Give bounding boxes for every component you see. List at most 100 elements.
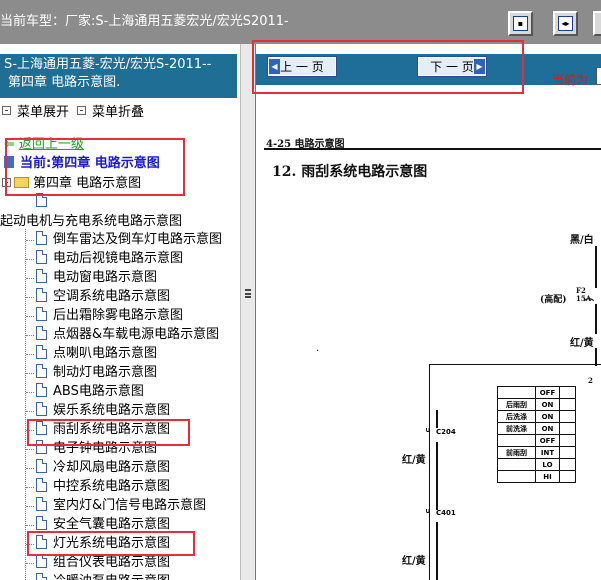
tree-item[interactable]: 室内灯&门信号电路示意图 <box>26 497 206 515</box>
document-icon <box>36 383 47 397</box>
wire-line <box>436 442 438 510</box>
wiper-switch-table: OFF 后雨刮 ON 后洗涤 ON 前洗涤 ON OFF 前雨刮 INT LO HI <box>497 386 576 483</box>
wire-line <box>436 522 438 580</box>
switch-table-row: 前洗涤 ON <box>497 422 576 435</box>
single-pane-button[interactable]: ▪ <box>508 11 533 36</box>
document-icon <box>36 459 47 473</box>
tree-item[interactable]: 冷暖油泵电路示意图 <box>36 573 170 580</box>
switch-column-header: 2 <box>588 376 593 385</box>
tree-guide-branch <box>26 525 34 526</box>
tree-guide-branch <box>26 240 34 241</box>
current-page-label: 当前为 <box>552 73 589 87</box>
tree-item[interactable]: 中控系统电路示意图 <box>26 478 170 496</box>
tree-guide-line <box>25 229 26 580</box>
switch-name-cell <box>497 470 536 483</box>
split-pane-button[interactable]: ◂▸ <box>553 11 578 36</box>
expand-icon <box>2 106 11 115</box>
tree-item-label: 空调系统电路示意图 <box>53 289 171 304</box>
pane-splitter[interactable] <box>240 44 256 580</box>
header-rule <box>264 148 601 150</box>
tree-item-label: 后出霜除雾电路示意图 <box>53 308 184 323</box>
tree-item-label: 电动后视镜电路示意图 <box>53 251 184 266</box>
app-window: 当前车型：厂家:S-上海通用五菱宏光/宏光S2011- ▪ ◂▸ S-上海通用五… <box>0 0 601 580</box>
splitter-grip-icon <box>245 289 251 298</box>
tree-item-label: 娱乐系统电路示意图 <box>53 403 171 418</box>
document-icon <box>36 573 47 580</box>
menu-collapse-label: 菜单折叠 <box>92 105 145 120</box>
sidebar-header-chapter: 第四章 电路示意图. <box>8 75 121 90</box>
connector-c401: C401 <box>436 509 456 517</box>
tree-item[interactable]: 点喇叭电路示意图 <box>26 345 157 363</box>
tree-guide-branch <box>26 335 34 336</box>
switch-contact-cell <box>559 470 576 483</box>
menu-expand-button[interactable]: 菜单展开 <box>2 101 69 120</box>
tree-item[interactable]: 冷却风扇电路示意图 <box>26 459 171 477</box>
chapter-sidebar: S-上海通用五菱-宏光/宏光S-2011-- 第四章 电路示意图. 菜单展开 菜… <box>0 44 240 580</box>
switch-name-cell <box>497 386 536 399</box>
tree-item-label: 冷却风扇电路示意图 <box>53 460 171 475</box>
tree-item[interactable]: 后出霜除雾电路示意图 <box>26 307 184 325</box>
tree-guide-branch <box>26 468 34 469</box>
tree-item[interactable]: ABS电路示意图 <box>26 383 144 401</box>
document-icon <box>36 250 47 264</box>
switch-position-cell: ON <box>535 398 560 411</box>
collapse-icon <box>77 106 86 115</box>
split-pane-icon: ◂▸ <box>558 16 573 31</box>
wire-line <box>595 304 597 334</box>
switch-contact-cell <box>559 458 576 471</box>
tree-item[interactable]: 电动窗电路示意图 <box>26 269 157 287</box>
tree-guide-branch <box>26 449 34 450</box>
tree-guide-branch <box>26 411 34 412</box>
tree-item[interactable]: 制动灯电路示意图 <box>26 364 157 382</box>
tree-group-label[interactable]: 起动电机与充电系统电路示意图 <box>0 213 182 231</box>
switch-position-cell: HI <box>535 470 560 483</box>
switch-position-cell: INT <box>535 446 560 459</box>
switch-name-cell: 前洗涤 <box>497 422 536 435</box>
tree-item[interactable]: 点烟器&车载电源电路示意图 <box>26 326 219 344</box>
tree-item[interactable]: 娱乐系统电路示意图 <box>26 402 171 420</box>
switch-table-row: 后雨刮 ON <box>497 398 576 411</box>
tree-item-label: 冷暖油泵电路示意图 <box>53 574 170 580</box>
fullscreen-button[interactable] <box>593 11 601 36</box>
document-icon <box>36 326 47 340</box>
tree-guide-branch <box>26 316 34 317</box>
menu-collapse-button[interactable]: 菜单折叠 <box>77 101 144 120</box>
switch-contact-cell <box>559 434 576 447</box>
switch-contact-cell <box>559 386 576 399</box>
document-icon <box>36 288 47 302</box>
tree-item[interactable]: 空调系统电路示意图 <box>26 288 171 306</box>
menu-expand-label: 菜单展开 <box>17 105 70 120</box>
document-icon <box>36 364 47 378</box>
switch-contact-cell <box>559 398 576 411</box>
single-pane-icon: ▪ <box>513 16 528 31</box>
switch-table-row: OFF <box>497 434 576 447</box>
fuse-symbol: ⌒ <box>584 299 594 310</box>
switch-name-cell <box>497 458 536 471</box>
page-number-input[interactable] <box>596 67 601 85</box>
switch-name-cell <box>497 434 536 447</box>
tree-guide-branch <box>26 354 34 355</box>
document-icon <box>36 269 47 283</box>
switch-position-cell: OFF <box>535 386 560 399</box>
switch-position-cell: ON <box>535 410 560 423</box>
connector-symbol: ∪ <box>425 426 431 434</box>
document-icon <box>36 478 47 492</box>
scan-speck: · <box>316 346 320 357</box>
tree-item-label: 倒车雷达及倒车灯电路示意图 <box>53 232 223 247</box>
switch-table-row: 前雨刮 INT <box>497 446 576 459</box>
switch-position-cell: ON <box>535 422 560 435</box>
tree-item-label: 安全气囊电路示意图 <box>53 517 171 532</box>
highlight-box-lighting <box>27 531 195 556</box>
wire-color-label: 黑/白 <box>570 235 594 246</box>
switch-position-cell: LO <box>535 458 560 471</box>
switch-contact-cell <box>559 410 576 423</box>
wire-line <box>595 246 597 288</box>
tree-guide-branch <box>26 487 34 488</box>
top-toolbar: 当前车型：厂家:S-上海通用五菱宏光/宏光S2011- ▪ ◂▸ <box>0 0 601 44</box>
tree-item[interactable]: 组合仪表电路示意图 <box>26 554 170 572</box>
document-icon <box>36 402 47 416</box>
tree-item[interactable]: 电动后视镜电路示意图 <box>26 250 184 268</box>
tree-item[interactable]: 倒车雷达及倒车灯电路示意图 <box>26 231 223 249</box>
highlight-box-current <box>5 138 185 196</box>
vehicle-title: 当前车型：厂家:S-上海通用五菱宏光/宏光S2011- <box>0 14 289 29</box>
